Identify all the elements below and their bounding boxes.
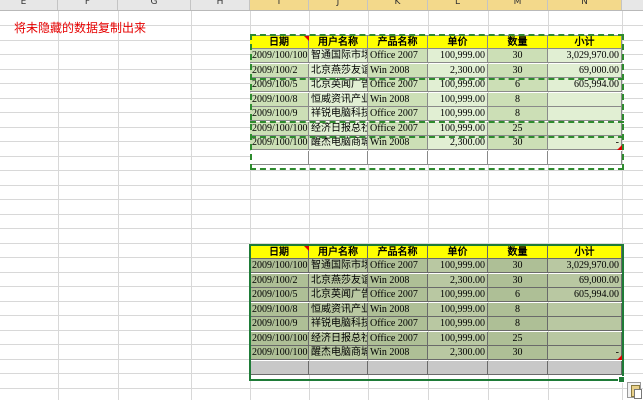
copy-marquee-line [250,136,624,138]
copy-marquee-line [250,121,624,123]
copy-marquee [250,34,624,170]
gridline-horizontal [0,214,643,215]
col-header-label: K [394,0,401,7]
col-header-label: J [336,0,340,7]
gridline-horizontal [0,185,643,186]
document-shape [634,389,642,399]
col-header-j[interactable]: J [309,0,368,10]
gridline-horizontal [0,170,643,171]
col-header-label: E [20,0,27,7]
selection-range[interactable] [249,244,624,381]
col-header-h[interactable]: H [191,0,250,10]
col-header-label: G [150,0,158,7]
column-header-bar: E F G H I J K L M N [0,0,643,11]
col-header-i[interactable]: I [250,0,309,10]
col-header-n[interactable]: N [548,0,622,10]
fill-handle[interactable] [618,376,625,383]
col-header-label: L [454,0,460,7]
paste-options-icon[interactable] [627,382,642,399]
col-header-l[interactable]: L [428,0,488,10]
col-header-g[interactable]: G [118,0,191,10]
col-header-label: N [581,0,588,7]
col-header-label: I [277,0,281,7]
col-header-k[interactable]: K [368,0,428,10]
gridline-horizontal [0,199,643,200]
col-header-f[interactable]: F [58,0,118,10]
gridline-horizontal [0,228,643,229]
col-header-e[interactable]: E [0,0,58,10]
col-header-label: F [84,0,91,7]
col-header-label: H [216,0,224,7]
col-header-m[interactable]: M [488,0,548,10]
instruction-note: 将未隐藏的数据复制出来 [14,21,147,35]
gridline-horizontal [0,388,643,389]
copy-marquee-line [250,78,624,80]
col-header-label: M [513,0,522,7]
